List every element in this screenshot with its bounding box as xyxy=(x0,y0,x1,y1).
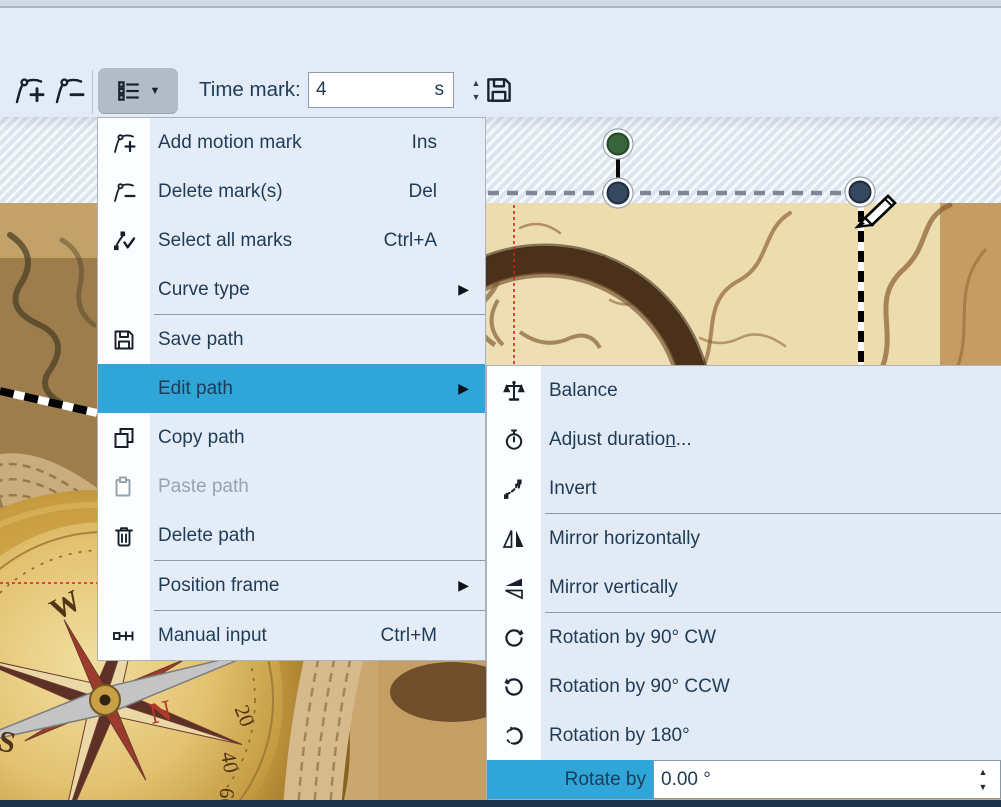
menu-item-label: Paste path xyxy=(158,476,249,498)
edit-path-submenu: Balance Adjust duration... Invert xyxy=(486,365,1001,799)
submenu-item-label: Mirror vertically xyxy=(549,577,678,599)
menu-item-label: Save path xyxy=(158,329,244,351)
submenu-item-label: Rotation by 180° xyxy=(549,725,690,747)
menu-item-paste-path: Paste path xyxy=(98,462,485,511)
motion-path-toolbar: ▼ Time mark: s ▲ ▼ xyxy=(0,8,1001,117)
menu-item-shortcut: Del xyxy=(408,181,485,203)
save-path-toolbar-icon[interactable] xyxy=(484,75,514,105)
manual-input-icon xyxy=(112,624,136,648)
mirror-horizontal-icon xyxy=(502,527,526,551)
mirror-vertical-icon xyxy=(502,576,526,600)
menu-item-label: Copy path xyxy=(158,427,245,449)
menu-item-select-all-marks[interactable]: Select all marks Ctrl+A xyxy=(98,216,485,265)
menu-item-save-path[interactable]: Save path xyxy=(98,315,485,364)
menu-item-position-frame[interactable]: Position frame ▶ xyxy=(98,561,485,610)
submenu-item-label: Mirror horizontally xyxy=(549,528,700,550)
menu-item-label: Manual input xyxy=(158,625,267,647)
submenu-item-adjust-duration[interactable]: Adjust duration... xyxy=(487,415,1001,464)
submenu-item-label: Rotation by 90° CW xyxy=(549,627,716,649)
svg-text:60: 60 xyxy=(214,787,240,800)
submenu-item-label: Balance xyxy=(549,380,618,402)
add-motion-mark-icon[interactable] xyxy=(13,74,45,106)
time-mark-field: s xyxy=(308,72,454,108)
spin-down-icon[interactable]: ▼ xyxy=(979,783,988,792)
submenu-arrow-icon: ▶ xyxy=(458,281,485,298)
select-all-marks-icon xyxy=(112,229,136,253)
rotate-by-spinner[interactable]: ▲ ▼ xyxy=(966,768,1000,792)
menu-item-delete-path[interactable]: Delete path xyxy=(98,511,485,560)
submenu-item-mirror-vertically[interactable]: Mirror vertically xyxy=(487,563,1001,612)
menu-item-shortcut: Ins xyxy=(412,132,485,154)
rotate-by-label: Rotate by xyxy=(487,760,653,799)
menu-item-label: Delete mark(s) xyxy=(158,181,283,203)
app-window: ▼ Time mark: s ▲ ▼ xyxy=(0,0,1001,807)
submenu-item-rotation-180[interactable]: Rotation by 180° xyxy=(487,711,1001,760)
spin-up-icon[interactable]: ▲ xyxy=(979,768,988,777)
submenu-item-invert[interactable]: Invert xyxy=(487,464,1001,513)
menu-item-curve-type[interactable]: Curve type ▶ xyxy=(98,265,485,314)
time-mark-input[interactable] xyxy=(309,79,435,101)
bottom-panel-edge xyxy=(0,800,1001,807)
delete-mark-icon[interactable] xyxy=(53,74,85,106)
motion-path-context-menu: Add motion mark Ins Delete mark(s) Del xyxy=(97,117,486,661)
top-panel-edge xyxy=(0,0,1001,8)
adjust-duration-icon xyxy=(502,428,526,452)
submenu-item-balance[interactable]: Balance xyxy=(487,366,1001,415)
menu-item-label: Edit path xyxy=(158,378,233,400)
add-motion-mark-icon xyxy=(112,131,136,155)
submenu-item-rotation-90-ccw[interactable]: Rotation by 90° CCW xyxy=(487,662,1001,711)
menu-item-label: Add motion mark xyxy=(158,132,302,154)
rotate-ccw-icon xyxy=(502,675,526,699)
menu-item-label: Delete path xyxy=(158,525,255,547)
menu-item-manual-input[interactable]: Manual input Ctrl+M xyxy=(98,611,485,660)
balance-icon xyxy=(502,379,526,403)
rotate-180-icon xyxy=(502,724,526,748)
time-mark-label: Time mark: xyxy=(199,78,301,102)
invert-icon xyxy=(502,477,526,501)
chevron-down-icon: ▼ xyxy=(150,86,161,97)
menu-item-label: Curve type xyxy=(158,279,250,301)
copy-path-icon xyxy=(112,426,136,450)
submenu-arrow-icon: ▶ xyxy=(458,380,485,397)
svg-text:40: 40 xyxy=(216,750,243,775)
time-mark-unit: s xyxy=(435,79,454,101)
rotate-cw-icon xyxy=(502,626,526,650)
save-path-icon xyxy=(112,328,136,352)
menu-item-label: Position frame xyxy=(158,575,279,597)
submenu-item-rotation-90-cw[interactable]: Rotation by 90° CW xyxy=(487,613,1001,662)
menu-item-shortcut: Ctrl+M xyxy=(381,625,485,647)
delete-mark-icon xyxy=(112,180,136,204)
submenu-item-label: Adjust duration... xyxy=(549,429,692,451)
rotate-by-row: Rotate by ▲ ▼ xyxy=(487,760,1001,799)
submenu-item-label: Rotation by 90° CCW xyxy=(549,676,730,698)
mark-list-dropdown-button[interactable]: ▼ xyxy=(98,68,178,114)
menu-item-add-motion-mark[interactable]: Add motion mark Ins xyxy=(98,118,485,167)
submenu-arrow-icon: ▶ xyxy=(458,577,485,594)
menu-item-shortcut: Ctrl+A xyxy=(384,230,485,252)
menu-item-edit-path[interactable]: Edit path ▶ xyxy=(98,364,485,413)
paste-path-icon xyxy=(112,475,136,499)
delete-path-icon xyxy=(112,524,136,548)
spin-up-icon[interactable]: ▲ xyxy=(472,79,481,88)
menu-item-label: Select all marks xyxy=(158,230,292,252)
rotate-by-field: ▲ ▼ xyxy=(653,760,1001,799)
submenu-item-label: Invert xyxy=(549,478,597,500)
toolbar-separator xyxy=(92,70,93,114)
rotate-by-input[interactable] xyxy=(654,768,966,792)
spin-down-icon[interactable]: ▼ xyxy=(472,93,481,102)
mark-list-icon xyxy=(116,78,142,104)
menu-item-delete-marks[interactable]: Delete mark(s) Del xyxy=(98,167,485,216)
submenu-item-mirror-horizontally[interactable]: Mirror horizontally xyxy=(487,514,1001,563)
menu-item-copy-path[interactable]: Copy path xyxy=(98,413,485,462)
